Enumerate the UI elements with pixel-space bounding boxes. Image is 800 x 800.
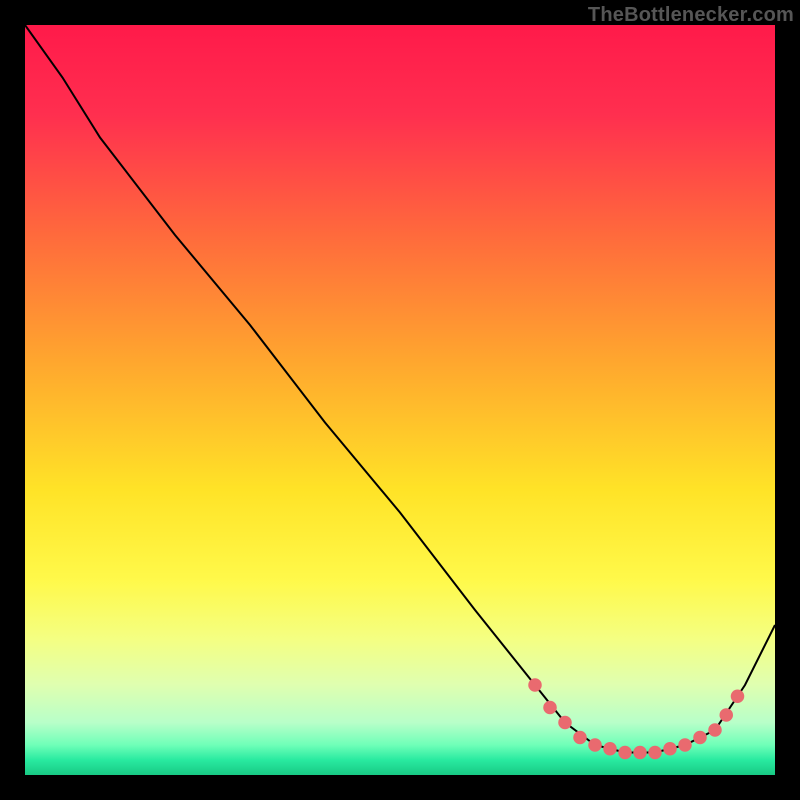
curve-marker: [603, 742, 617, 756]
curve-marker: [618, 746, 632, 760]
curve-marker: [648, 746, 662, 760]
chart-svg: [25, 25, 775, 775]
curve-marker: [731, 690, 745, 704]
curve-marker: [558, 716, 572, 730]
curve-marker: [720, 708, 734, 722]
chart-container: TheBottlenecker.com: [0, 0, 800, 800]
curve-marker: [663, 742, 677, 756]
plot-area: [25, 25, 775, 775]
curve-marker: [693, 731, 707, 745]
curve-marker: [633, 746, 647, 760]
curve-marker: [708, 723, 722, 737]
curve-marker: [528, 678, 542, 692]
curve-marker: [588, 738, 602, 752]
watermark-text: TheBottlenecker.com: [588, 4, 794, 27]
gradient-background: [25, 25, 775, 775]
curve-marker: [573, 731, 587, 745]
curve-marker: [678, 738, 692, 752]
curve-marker: [543, 701, 557, 715]
